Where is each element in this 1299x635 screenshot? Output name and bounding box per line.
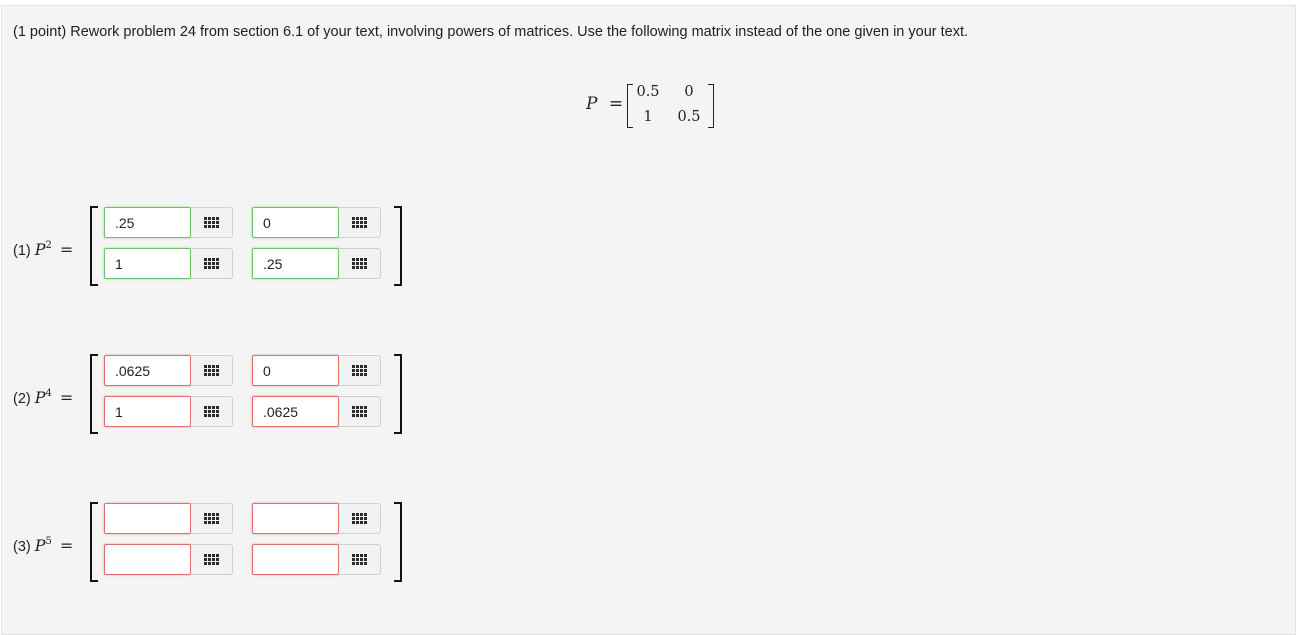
- given-cell-2-2: 0.5: [677, 109, 701, 125]
- grid-icon: [204, 513, 219, 524]
- grid-icon: [352, 406, 367, 417]
- matrix-entry-button[interactable]: [191, 355, 233, 386]
- matrix-entry-button[interactable]: [339, 503, 381, 534]
- answer-3-cell-1-2-input[interactable]: [252, 503, 339, 534]
- right-bracket: [394, 206, 402, 286]
- answer-2-cell-2-2-input[interactable]: [252, 396, 339, 427]
- answer-label-1: (1) P2 =: [13, 240, 74, 259]
- answer-2-cell-1-2-input[interactable]: [252, 355, 339, 386]
- matrix-entry-button[interactable]: [191, 207, 233, 238]
- answer-1-cell-2-1-input[interactable]: [104, 248, 191, 279]
- grid-icon: [204, 217, 219, 228]
- matrix-entry-button[interactable]: [339, 355, 381, 386]
- matrix-entry-button[interactable]: [191, 544, 233, 575]
- given-cell-1-2: 0: [684, 84, 694, 100]
- answer-3-cell-2-1-input[interactable]: [104, 544, 191, 575]
- matrix-entry-button[interactable]: [191, 396, 233, 427]
- problem-panel: (1 point) Rework problem 24 from section…: [1, 5, 1296, 635]
- grid-icon: [204, 554, 219, 565]
- answer-label-2: (2) P4 =: [13, 388, 74, 407]
- given-matrix-symbol: P: [586, 94, 598, 114]
- answer-2-cell-2-1-input[interactable]: [104, 396, 191, 427]
- given-cell-2-1: 1: [643, 109, 653, 125]
- grid-icon: [204, 365, 219, 376]
- matrix-entry-button[interactable]: [339, 544, 381, 575]
- grid-icon: [204, 406, 219, 417]
- grid-icon: [352, 554, 367, 565]
- grid-icon: [352, 365, 367, 376]
- problem-statement: (1 point) Rework problem 24 from section…: [13, 24, 969, 40]
- grid-icon: [204, 258, 219, 269]
- right-bracket: [708, 84, 714, 128]
- grid-icon: [352, 217, 367, 228]
- right-bracket: [394, 354, 402, 434]
- matrix-entry-button[interactable]: [339, 248, 381, 279]
- matrix-entry-button[interactable]: [339, 207, 381, 238]
- answer-2-cell-1-1-input[interactable]: [104, 355, 191, 386]
- given-matrix-equals: =: [608, 94, 624, 114]
- grid-icon: [352, 258, 367, 269]
- answer-3-cell-1-1-input[interactable]: [104, 503, 191, 534]
- left-bracket: [90, 502, 98, 582]
- answer-label-3: (3) P5 =: [13, 536, 74, 555]
- grid-icon: [352, 513, 367, 524]
- answer-1-cell-1-2-input[interactable]: [252, 207, 339, 238]
- answer-3-cell-2-2-input[interactable]: [252, 544, 339, 575]
- matrix-entry-button[interactable]: [191, 503, 233, 534]
- answer-1-cell-1-1-input[interactable]: [104, 207, 191, 238]
- matrix-entry-button[interactable]: [339, 396, 381, 427]
- given-cell-1-1: 0.5: [636, 84, 660, 100]
- answer-1-cell-2-2-input[interactable]: [252, 248, 339, 279]
- left-bracket: [90, 206, 98, 286]
- right-bracket: [394, 502, 402, 582]
- matrix-entry-button[interactable]: [191, 248, 233, 279]
- left-bracket: [90, 354, 98, 434]
